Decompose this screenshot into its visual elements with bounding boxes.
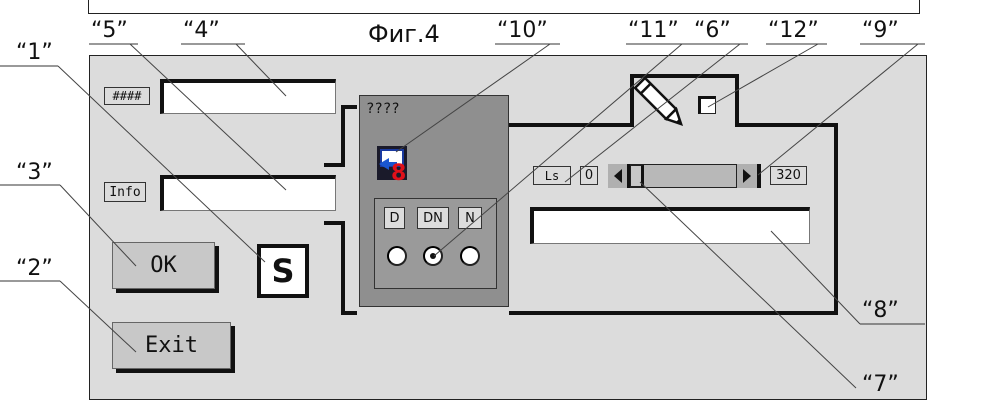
callout-underlines [0, 43, 925, 325]
group-bracket-top [324, 105, 357, 167]
leader-lines-layer [0, 43, 925, 389]
callout-leaders [57, 43, 919, 389]
group-bracket-bottom [324, 221, 357, 315]
